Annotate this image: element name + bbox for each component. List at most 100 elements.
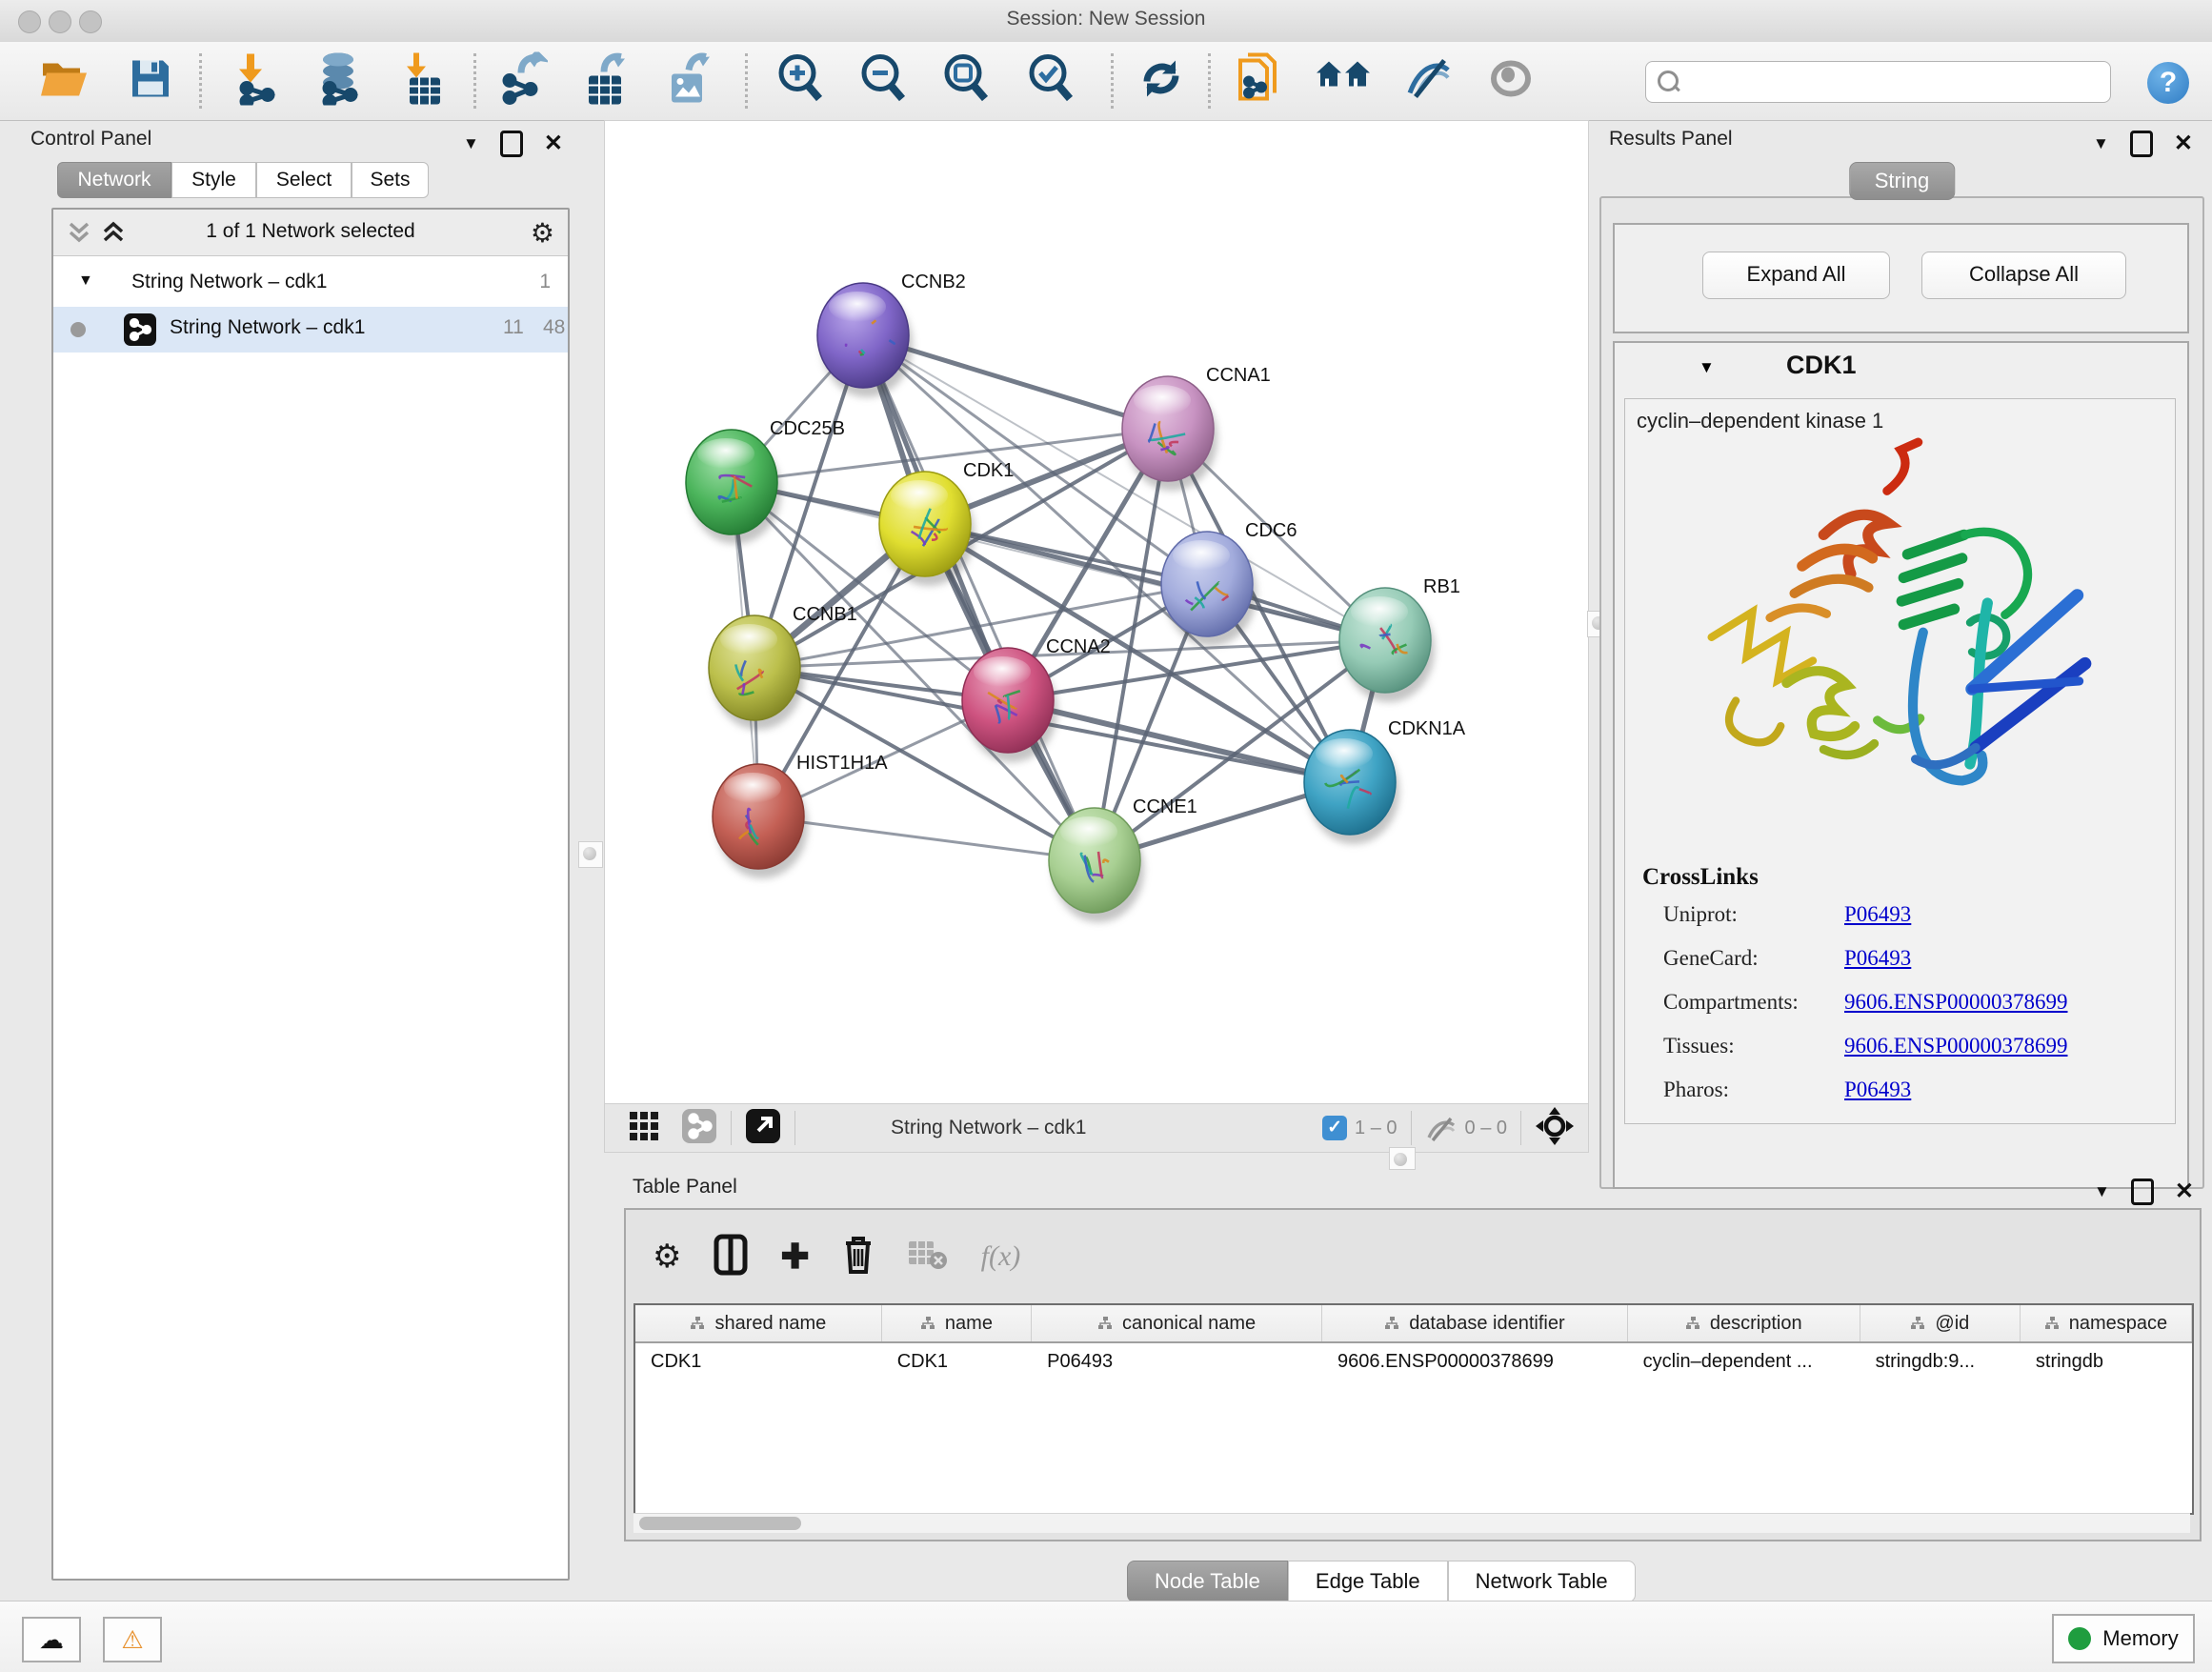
- crosslink-uniprot-link[interactable]: P06493: [1844, 902, 2068, 927]
- refresh-icon[interactable]: [1136, 53, 1187, 110]
- table-cell: cyclin–dependent ...: [1628, 1343, 1860, 1381]
- network-row-selected[interactable]: String Network – cdk1 11 48: [53, 307, 568, 353]
- tab-edge-table[interactable]: Edge Table: [1288, 1561, 1448, 1602]
- collapse-panel-icon[interactable]: ▼: [463, 134, 479, 153]
- network-list-card: 1 of 1 Network selected ⚙ ▼ String Netwo…: [51, 208, 570, 1581]
- share-view-icon[interactable]: [681, 1108, 717, 1149]
- bottom-splitter-handle[interactable]: [1389, 1147, 1416, 1170]
- node-label: CDK1: [963, 460, 1014, 481]
- export-image-icon[interactable]: [666, 51, 714, 111]
- memory-button[interactable]: Memory: [2052, 1614, 2195, 1663]
- column-header-shared-name[interactable]: shared name: [635, 1305, 882, 1341]
- close-panel-icon[interactable]: ✕: [544, 130, 563, 157]
- export-table-icon[interactable]: [583, 51, 631, 111]
- network-canvas[interactable]: CCNB2CCNA1CDC25BCDK1CDC6RB1CCNB1CCNA2CDK…: [604, 120, 1589, 1105]
- first-neighbors-icon[interactable]: [1235, 51, 1284, 111]
- hide-unhide-icon[interactable]: [1402, 55, 1454, 108]
- open-in-window-icon[interactable]: [745, 1108, 781, 1149]
- zoom-out-icon[interactable]: [857, 52, 909, 111]
- delete-column-icon[interactable]: [842, 1234, 875, 1280]
- crosslink-label: Pharos:: [1663, 1078, 1844, 1102]
- tab-string[interactable]: String: [1849, 162, 1955, 200]
- column-header-name[interactable]: name: [882, 1305, 1032, 1341]
- memory-status-dot: [2068, 1627, 2091, 1650]
- show-columns-icon[interactable]: [714, 1234, 748, 1280]
- gear-icon[interactable]: ⚙: [653, 1238, 681, 1276]
- close-panel-icon[interactable]: ✕: [2174, 130, 2193, 157]
- node-label: CCNB2: [901, 272, 966, 292]
- help-button[interactable]: ?: [2147, 62, 2189, 104]
- column-header-description[interactable]: description: [1628, 1305, 1860, 1341]
- search-input[interactable]: [1684, 66, 2098, 98]
- network-node-RB1[interactable]: RB1: [1339, 576, 1460, 702]
- crosslink-tissues-link[interactable]: 9606.ENSP00000378699: [1844, 1034, 2068, 1058]
- tab-network-table[interactable]: Network Table: [1448, 1561, 1636, 1602]
- warnings-button[interactable]: ⚠: [103, 1617, 162, 1662]
- cloud-status-button[interactable]: ☁: [22, 1617, 81, 1662]
- import-network-file-icon[interactable]: [233, 52, 283, 111]
- network-edge[interactable]: [863, 335, 1095, 860]
- import-network-database-icon[interactable]: [312, 52, 364, 111]
- close-panel-icon[interactable]: ✕: [2175, 1178, 2194, 1205]
- eye-icon[interactable]: [1487, 58, 1535, 105]
- crosslink-genecard-link[interactable]: P06493: [1844, 946, 2068, 971]
- tree-expander-icon[interactable]: ▼: [78, 272, 93, 290]
- network-node-CDKN1A[interactable]: CDKN1A: [1304, 718, 1466, 844]
- network-node-CCNE1[interactable]: CCNE1: [1049, 796, 1197, 922]
- expand-all-button[interactable]: Expand All: [1702, 252, 1890, 299]
- tab-style[interactable]: Style: [171, 162, 256, 198]
- table-row[interactable]: CDK1CDK1P064939606.ENSP00000378699cyclin…: [635, 1343, 2192, 1381]
- memory-label: Memory: [2102, 1626, 2178, 1651]
- crosslink-label: GeneCard:: [1663, 946, 1844, 971]
- open-session-icon[interactable]: [40, 58, 90, 105]
- column-type-icon: [920, 1316, 935, 1331]
- collapse-panel-icon[interactable]: ▼: [2093, 134, 2109, 153]
- delete-table-icon[interactable]: [907, 1238, 949, 1277]
- save-session-icon[interactable]: [129, 57, 172, 106]
- grid-view-icon[interactable]: [628, 1110, 660, 1147]
- network-node-CDC6[interactable]: CDC6: [1161, 520, 1297, 646]
- network-node-CCNB1[interactable]: CCNB1: [709, 604, 857, 730]
- network-node-CCNA1[interactable]: CCNA1: [1122, 365, 1271, 491]
- export-network-icon[interactable]: [498, 52, 548, 111]
- application-window: Session: New Session: [0, 0, 2212, 1671]
- birdseye-crosshair-icon[interactable]: [1535, 1106, 1575, 1151]
- crosslink-pharos-link[interactable]: P06493: [1844, 1078, 2068, 1102]
- column-header--id[interactable]: @id: [1860, 1305, 2021, 1341]
- network-collection-row[interactable]: ▼ String Network – cdk1 1: [53, 265, 568, 307]
- selected-checkbox-icon[interactable]: ✓: [1322, 1116, 1347, 1140]
- network-node-CDC25B[interactable]: CDC25B: [686, 418, 845, 544]
- function-builder-icon[interactable]: f(x): [981, 1240, 1021, 1273]
- zoom-fit-icon[interactable]: [940, 52, 992, 111]
- horizontal-scrollbar[interactable]: [633, 1513, 2190, 1533]
- results-panel-title: Results Panel: [1609, 128, 1733, 151]
- float-panel-icon[interactable]: [2131, 1178, 2154, 1205]
- column-header-namespace[interactable]: namespace: [2021, 1305, 2192, 1341]
- add-column-icon[interactable]: ✚: [780, 1237, 809, 1277]
- import-table-icon[interactable]: [402, 51, 444, 111]
- section-expander-icon[interactable]: ▼: [1699, 358, 1715, 377]
- float-panel-icon[interactable]: [500, 131, 523, 157]
- gear-icon[interactable]: ⚙: [531, 217, 554, 249]
- column-type-icon: [1910, 1316, 1925, 1331]
- zoom-in-icon[interactable]: [774, 52, 826, 111]
- gene-description: cyclin–dependent kinase 1: [1637, 409, 1883, 433]
- column-header-canonical-name[interactable]: canonical name: [1032, 1305, 1322, 1341]
- network-node-HIST1H1A[interactable]: HIST1H1A: [713, 753, 888, 878]
- float-panel-icon[interactable]: [2130, 131, 2153, 157]
- scrollbar-thumb[interactable]: [639, 1517, 801, 1530]
- zoom-selected-icon[interactable]: [1025, 52, 1076, 111]
- network-node-CCNB2[interactable]: CCNB2: [817, 272, 966, 397]
- homes-icon[interactable]: [1316, 56, 1373, 107]
- collapse-panel-icon[interactable]: ▼: [2094, 1182, 2110, 1201]
- collapse-all-button[interactable]: Collapse All: [1921, 252, 2126, 299]
- network-graph[interactable]: CCNB2CCNA1CDC25BCDK1CDC6RB1CCNB1CCNA2CDK…: [605, 121, 1588, 1104]
- column-header-database-identifier[interactable]: database identifier: [1322, 1305, 1628, 1341]
- left-splitter-handle[interactable]: [578, 841, 603, 868]
- tab-sets[interactable]: Sets: [352, 162, 429, 198]
- tab-node-table[interactable]: Node Table: [1127, 1561, 1288, 1602]
- tab-network[interactable]: Network: [57, 162, 171, 198]
- network-edge[interactable]: [758, 816, 1095, 860]
- crosslink-compartments-link[interactable]: 9606.ENSP00000378699: [1844, 990, 2068, 1015]
- tab-select[interactable]: Select: [256, 162, 352, 198]
